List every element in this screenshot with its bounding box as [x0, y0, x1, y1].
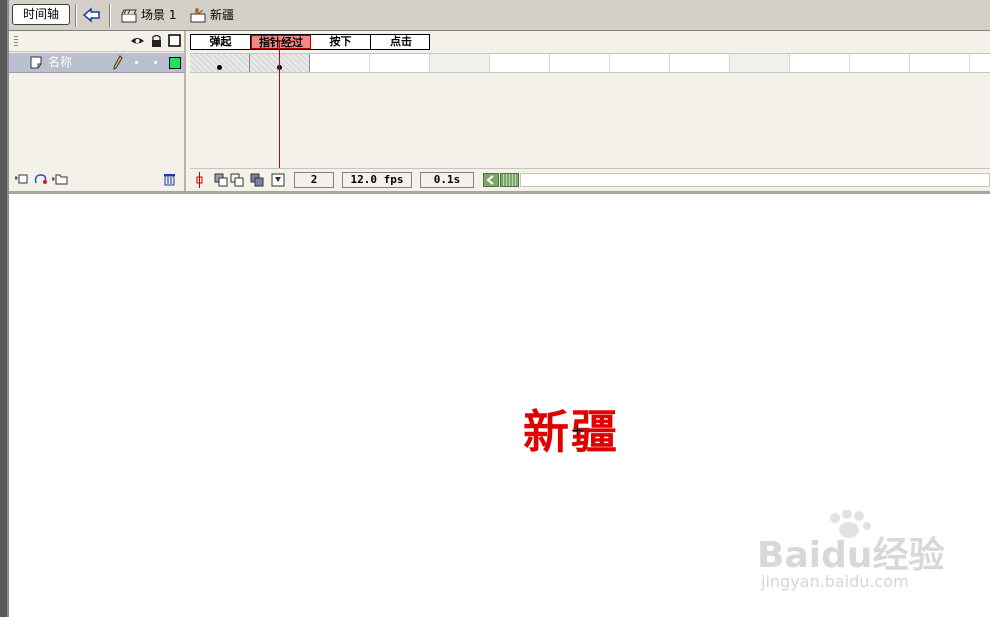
frame-cell[interactable] [610, 54, 670, 72]
stage-text-object[interactable]: 新疆 [523, 406, 619, 458]
horizontal-scrollbar-track[interactable] [520, 173, 990, 187]
frame-cell[interactable] [430, 54, 490, 72]
frame-labels: 弹起 指针经过 按下 点击 [190, 34, 430, 50]
frame-label-over[interactable]: 指针经过 [251, 35, 311, 49]
scroll-left-button[interactable] [483, 173, 499, 187]
frame-rate-field[interactable]: 12.0 fps [342, 172, 412, 188]
frame-cell[interactable] [310, 54, 370, 72]
horizontal-scrollbar-thumb[interactable] [500, 173, 519, 187]
frame-track[interactable] [190, 53, 990, 73]
elapsed-time-field: 0.1s [420, 172, 474, 188]
toolbar-separator [109, 4, 111, 27]
frame-cell[interactable] [370, 54, 430, 72]
onion-skin-icon[interactable] [214, 173, 228, 187]
layer-name-label: 名称 [48, 55, 73, 69]
visibility-dot[interactable] [135, 61, 138, 64]
back-arrow-button[interactable] [82, 6, 102, 24]
center-frame-icon[interactable] [195, 172, 204, 188]
panel-grip-icon[interactable] [14, 36, 18, 46]
timeline-panel: 名称 弹起 指针经过 按下 点击 2 12.0 fps 0.1s [9, 31, 990, 191]
frame-cell[interactable] [790, 54, 850, 72]
frame-cell[interactable] [670, 54, 730, 72]
chevron-left-icon [486, 175, 494, 185]
edit-bar: 时间轴 场景 1 新疆 [9, 0, 990, 31]
window-left-edge [0, 0, 9, 617]
frame-label-down[interactable]: 按下 [311, 35, 371, 49]
onion-outline-icon[interactable] [230, 173, 244, 187]
current-frame-field: 2 [294, 172, 334, 188]
toolbar-separator [75, 4, 77, 27]
lock-dot[interactable] [154, 61, 157, 64]
frame-cell[interactable] [190, 54, 250, 72]
frame-cell[interactable] [490, 54, 550, 72]
button-symbol-icon [190, 8, 206, 23]
frame-cell[interactable] [850, 54, 910, 72]
baidu-watermark: Baidu经验 jingyan.baidu.com [757, 510, 947, 600]
add-folder-icon[interactable] [52, 172, 68, 185]
layer-header [9, 31, 184, 52]
frame-cell[interactable] [730, 54, 790, 72]
watermark-url: jingyan.baidu.com [761, 572, 909, 591]
frame-label-up[interactable]: 弹起 [191, 35, 251, 49]
registration-point-icon [572, 425, 583, 436]
layer-list: 名称 [9, 31, 186, 191]
playhead[interactable] [279, 40, 280, 169]
timeline-toggle-button[interactable]: 时间轴 [12, 4, 70, 25]
add-layer-icon[interactable] [15, 173, 29, 185]
outline-color-swatch[interactable] [169, 57, 181, 69]
watermark-brand: Baidu经验 [757, 535, 945, 576]
layer-footer [9, 168, 184, 191]
breadcrumb-symbol-label: 新疆 [210, 8, 235, 22]
frame-cell[interactable] [250, 54, 310, 72]
lock-icon[interactable] [150, 34, 163, 47]
layer-page-icon [30, 56, 42, 69]
add-motion-guide-icon[interactable] [33, 172, 49, 185]
modify-markers-icon[interactable] [271, 173, 285, 187]
frame-footer: 2 12.0 fps 0.1s [190, 168, 990, 191]
pencil-icon [113, 55, 123, 70]
back-arrow-icon [82, 7, 100, 23]
frame-cell[interactable] [550, 54, 610, 72]
eye-icon[interactable] [131, 34, 144, 47]
frame-area: 弹起 指针经过 按下 点击 2 12.0 fps 0.1s [188, 31, 990, 191]
edit-multiple-frames-icon[interactable] [250, 173, 264, 187]
breadcrumb-scene[interactable]: 场景 1 [121, 7, 176, 25]
outline-icon[interactable] [168, 34, 181, 47]
layer-row[interactable]: 名称 [9, 53, 184, 73]
breadcrumb-scene-label: 场景 1 [141, 8, 177, 22]
scene-icon [121, 9, 137, 22]
trash-icon[interactable] [163, 172, 176, 186]
breadcrumb-symbol[interactable]: 新疆 [190, 7, 234, 25]
frame-cell[interactable] [910, 54, 970, 72]
frame-label-hit[interactable]: 点击 [371, 35, 431, 49]
